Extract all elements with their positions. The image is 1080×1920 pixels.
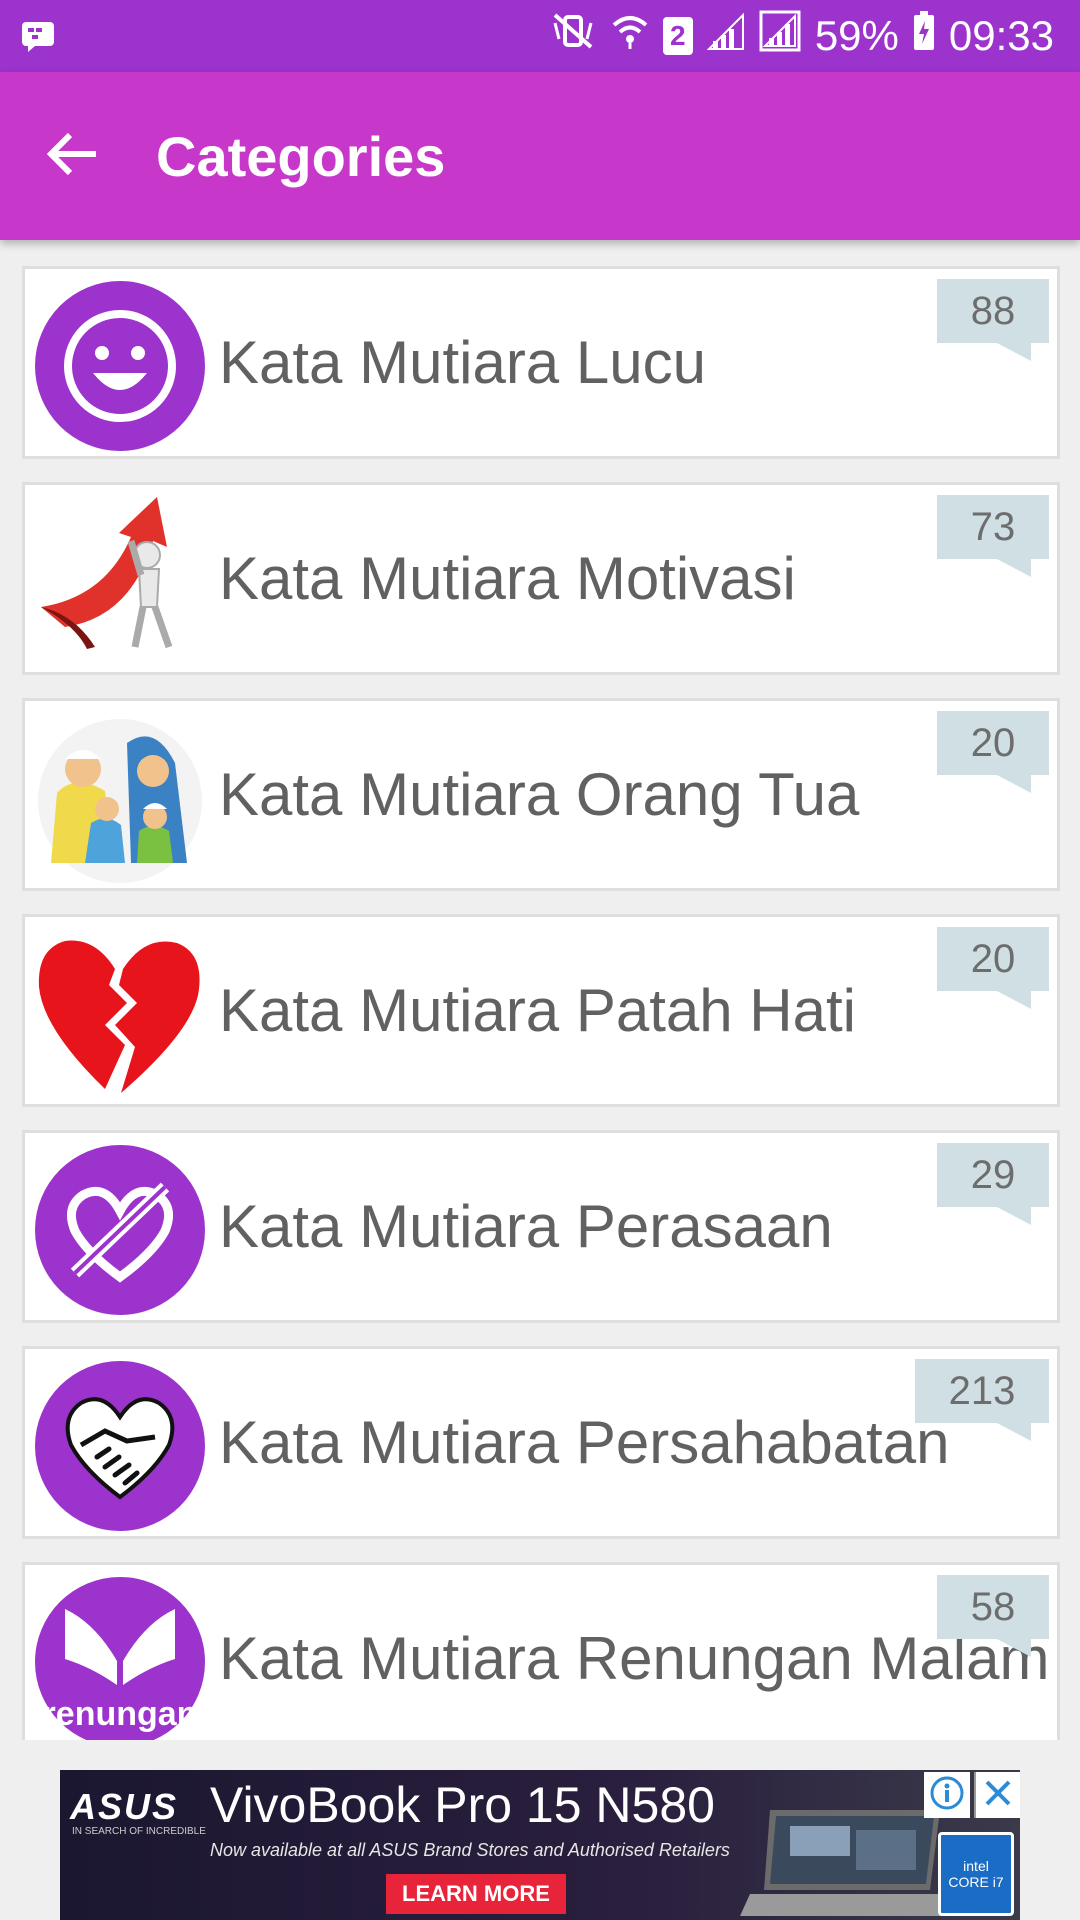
clock: 09:33 [948, 12, 1054, 59]
sim-2-icon: 2 [662, 17, 693, 55]
category-label: Kata Mutiara Lucu [219, 329, 706, 396]
count-value: 29 [970, 1152, 1016, 1197]
family-icon [35, 713, 205, 883]
count-badge: 29 [937, 1143, 1049, 1225]
laptop-image [740, 1806, 970, 1920]
ad-banner[interactable]: ASUS IN SEARCH OF INCREDIBLE VivoBook Pr… [60, 1770, 1020, 1920]
count-badge: 20 [937, 927, 1049, 1009]
category-row-renungan-malam[interactable]: renungan Kata Mutiara Renungan Malam 58 [22, 1562, 1060, 1740]
count-value: 88 [970, 288, 1016, 333]
category-label: Kata Mutiara Persahabatan [219, 1409, 950, 1476]
handshake-heart-icon [35, 1361, 205, 1531]
broken-heart-icon [35, 929, 205, 1099]
page-title: Categories [156, 125, 446, 188]
category-label: Kata Mutiara Renungan Malam [219, 1625, 1050, 1692]
count-badge: 73 [937, 495, 1049, 577]
battery-charging-icon [913, 11, 935, 61]
category-label: Kata Mutiara Orang Tua [219, 761, 860, 828]
app-bar: Categories [0, 72, 1080, 240]
renungan-logo-text: renungan [43, 1695, 198, 1733]
status-icons: 2 59% 09:33 [549, 0, 1054, 72]
arrow-left-icon [46, 132, 98, 181]
ad-brand-logo: ASUS [70, 1786, 179, 1827]
category-row-orang-tua[interactable]: Kata Mutiara Orang Tua 20 [22, 698, 1060, 891]
category-label: Kata Mutiara Motivasi [219, 545, 796, 612]
count-value: 213 [948, 1368, 1016, 1413]
ad-info-button[interactable] [924, 1772, 970, 1818]
count-badge: 88 [937, 279, 1049, 361]
back-button[interactable] [34, 118, 110, 194]
category-label: Kata Mutiara Perasaan [219, 1193, 833, 1260]
ad-subtitle: Now available at all ASUS Brand Stores a… [210, 1840, 730, 1860]
ad-close-button[interactable] [974, 1772, 1020, 1818]
wifi-icon [611, 11, 649, 61]
close-icon [983, 1778, 1013, 1813]
signal-icon [759, 10, 801, 62]
count-value: 73 [970, 504, 1016, 549]
status-bar: 2 59% 09:33 [0, 0, 1080, 72]
smiley-icon [35, 281, 205, 451]
ad-learn-more-button[interactable]: LEARN MORE [386, 1874, 566, 1914]
count-value: 58 [970, 1584, 1016, 1629]
count-badge: 20 [937, 711, 1049, 793]
count-badge: 213 [915, 1359, 1049, 1441]
count-badge: 58 [937, 1575, 1049, 1657]
intel-badge: intel CORE i7 [938, 1832, 1014, 1916]
category-row-motivasi[interactable]: Kata Mutiara Motivasi 73 [22, 482, 1060, 675]
category-row-lucu[interactable]: Kata Mutiara Lucu 88 [22, 266, 1060, 459]
category-label: Kata Mutiara Patah Hati [219, 977, 857, 1044]
info-icon [930, 1776, 964, 1815]
category-row-perasaan[interactable]: Kata Mutiara Perasaan 29 [22, 1130, 1060, 1323]
count-value: 20 [970, 936, 1016, 981]
intel-badge-brand: intel [963, 1858, 989, 1874]
crossed-heart-icon [35, 1145, 205, 1315]
bbm-notification-icon [20, 18, 56, 54]
renungan-icon: renungan [35, 1577, 205, 1740]
intel-badge-model: CORE i7 [948, 1874, 1004, 1890]
count-value: 20 [970, 720, 1016, 765]
category-row-persahabatan[interactable]: Kata Mutiara Persahabatan 213 [22, 1346, 1060, 1539]
category-list[interactable]: Kata Mutiara Lucu 88 Kata Mutiara Motiva… [0, 240, 1080, 1740]
signal-icon [706, 11, 745, 61]
vibrate-mute-icon [549, 11, 597, 61]
battery-percent: 59% [814, 12, 899, 59]
category-row-patah-hati[interactable]: Kata Mutiara Patah Hati 20 [22, 914, 1060, 1107]
motivation-arrow-icon [35, 497, 205, 667]
ad-brand-tagline: IN SEARCH OF INCREDIBLE [72, 1826, 206, 1837]
ad-title: VivoBook Pro 15 N580 [210, 1777, 715, 1833]
